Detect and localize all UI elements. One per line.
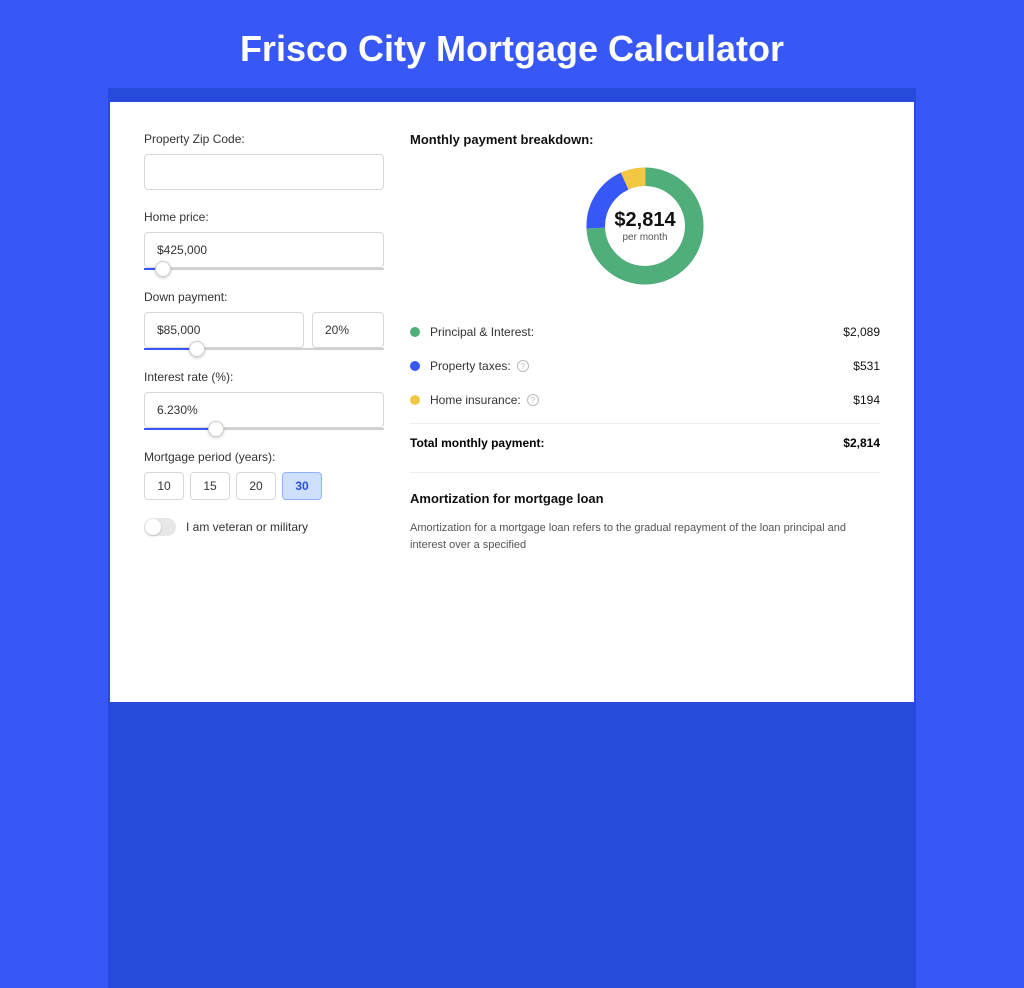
period-options: 10152030 [144,472,384,500]
payment-donut-chart: $2,814 per month [580,161,710,291]
amortization-title: Amortization for mortgage loan [410,491,880,506]
home-price-slider[interactable] [144,268,384,270]
interest-rate-group: Interest rate (%): [144,370,384,430]
legend-label: Principal & Interest: [430,325,843,339]
legend-label: Property taxes:? [430,359,853,373]
legend-label-text: Property taxes: [430,359,511,373]
info-icon[interactable]: ? [527,394,539,406]
down-payment-slider-thumb[interactable] [189,341,205,357]
zip-field-group: Property Zip Code: [144,132,384,190]
period-option-20[interactable]: 20 [236,472,276,500]
interest-rate-slider[interactable] [144,428,384,430]
total-label: Total monthly payment: [410,436,843,450]
form-column: Property Zip Code: Home price: Down paym… [144,132,384,662]
info-icon[interactable]: ? [517,360,529,372]
period-option-30[interactable]: 30 [282,472,322,500]
down-payment-pct-input[interactable] [312,312,384,348]
legend-dot-icon [410,395,420,405]
period-option-15[interactable]: 15 [190,472,230,500]
zip-input[interactable] [144,154,384,190]
donut-amount: $2,814 [614,209,675,232]
veteran-label: I am veteran or military [186,520,308,534]
veteran-toggle-row: I am veteran or military [144,518,384,536]
down-payment-group: Down payment: [144,290,384,350]
section-divider [410,472,880,473]
amortization-text: Amortization for a mortgage loan refers … [410,520,880,553]
legend-list: Principal & Interest: $2,089 Property taxe… [410,315,880,417]
donut-sub: per month [622,232,667,243]
interest-rate-slider-thumb[interactable] [208,421,224,437]
breakdown-column: Monthly payment breakdown: $2,814 per mo… [410,132,880,662]
legend-value: $531 [853,359,880,373]
legend-label: Home insurance:? [430,393,853,407]
donut-center: $2,814 per month [580,161,710,291]
calculator-card: Property Zip Code: Home price: Down paym… [110,102,914,702]
period-option-10[interactable]: 10 [144,472,184,500]
legend-dot-icon [410,361,420,371]
breakdown-title: Monthly payment breakdown: [410,132,880,147]
legend-row: Property taxes:?$531 [410,349,880,383]
interest-rate-label: Interest rate (%): [144,370,384,384]
total-row: Total monthly payment: $2,814 [410,423,880,450]
donut-wrap: $2,814 per month [410,161,880,291]
page-title: Frisco City Mortgage Calculator [0,0,1024,88]
legend-value: $2,089 [843,325,880,339]
home-price-group: Home price: [144,210,384,270]
down-payment-input[interactable] [144,312,304,348]
total-value: $2,814 [843,436,880,450]
legend-row: Principal & Interest: $2,089 [410,315,880,349]
veteran-toggle[interactable] [144,518,176,536]
home-price-slider-thumb[interactable] [155,261,171,277]
legend-row: Home insurance:?$194 [410,383,880,417]
veteran-toggle-knob [145,519,161,535]
mortgage-period-group: Mortgage period (years): 10152030 [144,450,384,500]
legend-value: $194 [853,393,880,407]
interest-rate-slider-fill [144,428,216,430]
mortgage-period-label: Mortgage period (years): [144,450,384,464]
home-price-input[interactable] [144,232,384,268]
legend-label-text: Home insurance: [430,393,521,407]
zip-label: Property Zip Code: [144,132,384,146]
legend-dot-icon [410,327,420,337]
home-price-label: Home price: [144,210,384,224]
down-payment-slider[interactable] [144,348,384,350]
interest-rate-input[interactable] [144,392,384,428]
down-payment-label: Down payment: [144,290,384,304]
legend-label-text: Principal & Interest: [430,325,534,339]
outer-band: Property Zip Code: Home price: Down paym… [108,88,916,988]
